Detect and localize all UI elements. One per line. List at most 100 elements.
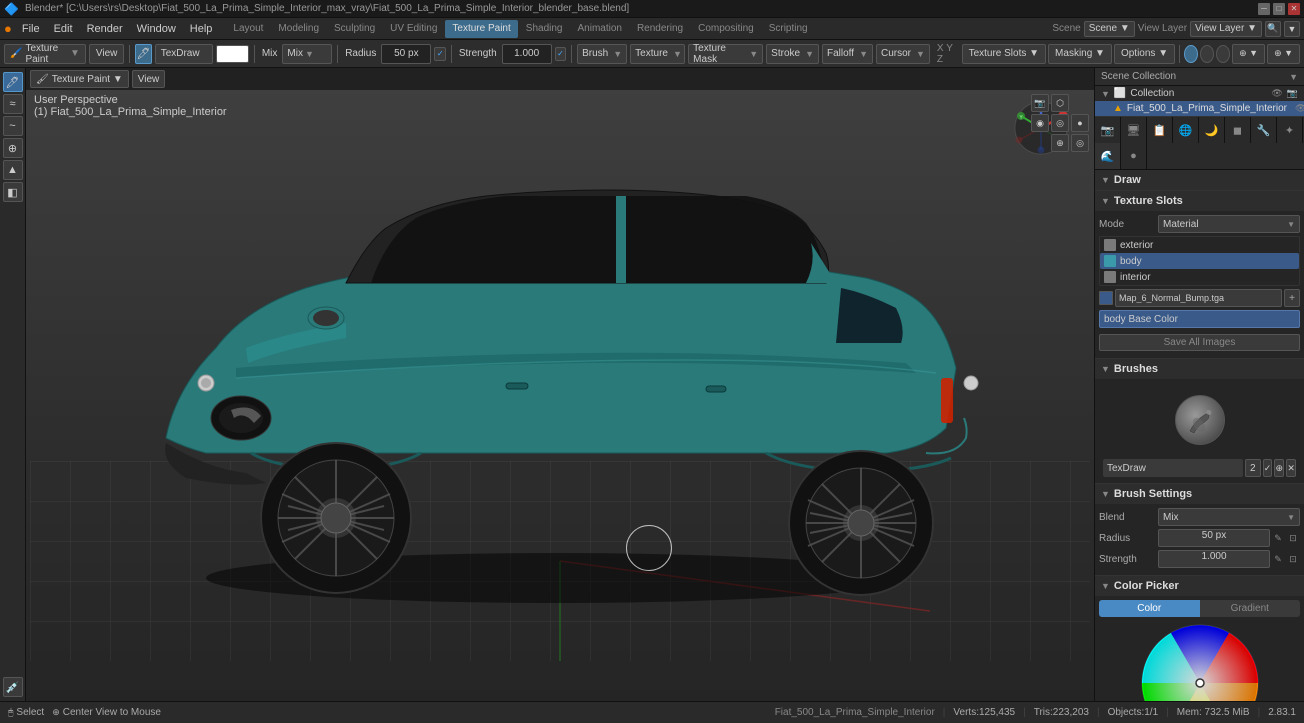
brushes-section-header[interactable]: ▼ Brushes [1095,359,1304,379]
tab-uv-editing[interactable]: UV Editing [383,20,444,38]
viewport-gizmo-toggle[interactable]: ◎ [1071,134,1089,152]
shading-material-btn[interactable] [1200,45,1214,63]
color-picker-header[interactable]: ▼ Color Picker [1095,576,1304,596]
props-icon-particles[interactable]: ✦ [1277,117,1303,143]
brush-copy-btn[interactable]: ⊕ [1274,459,1284,477]
collection-camera-icon[interactable]: 📷 [1287,88,1298,99]
3d-viewport[interactable]: 🖌 Texture Paint ▼ View [26,68,1094,701]
masking-btn[interactable]: Masking ▼ [1048,44,1112,64]
props-icon-view-layer[interactable]: 📋 [1147,117,1173,143]
props-icon-physics[interactable]: 🌊 [1095,143,1121,169]
tool-draw-icon[interactable]: 🖊 [135,44,152,64]
win-minimize-btn[interactable]: ─ [1258,3,1270,15]
cursor-dropdown[interactable]: Cursor ▼ [876,44,930,64]
shading-solid-btn[interactable] [1184,45,1198,63]
collection-row[interactable]: ▼ ⬜ Collection 👁 📷 [1095,86,1304,101]
props-icon-world[interactable]: 🌙 [1199,117,1225,143]
search-btn[interactable]: 🔍 [1265,21,1281,37]
strength-toggle[interactable]: ✓ [555,47,567,61]
props-icon-material[interactable]: ● [1121,143,1147,169]
strength-copy-btn[interactable]: ⊡ [1286,552,1300,566]
viewport-render-btn[interactable]: ⬡ [1051,94,1069,112]
color-wheel-container[interactable] [1140,623,1260,701]
brush-save-btn[interactable]: ✓ [1263,459,1273,477]
tab-compositing[interactable]: Compositing [691,20,761,38]
strength-value-display[interactable]: 1.000 [1158,550,1270,568]
filter-collections-btn[interactable]: ▼ [1289,72,1298,82]
viewport-mode-dropdown[interactable]: 🖌 Texture Paint ▼ [30,70,129,88]
image-add-btn[interactable]: + [1284,289,1300,307]
tool-name-field[interactable]: TexDraw [155,44,214,64]
menu-edit[interactable]: Edit [48,21,79,37]
tool-fill[interactable]: ▲ [3,160,23,180]
tab-animation[interactable]: Animation [570,20,628,38]
tab-sculpting[interactable]: Sculpting [327,20,382,38]
image-name-field[interactable]: Map_6_Normal_Bump.tga [1115,289,1282,307]
props-icon-scene[interactable]: 🌐 [1173,117,1199,143]
radius-value-display[interactable]: 50 px [1158,529,1270,547]
brush-dropdown[interactable]: Brush ▼ [577,44,627,64]
options-btn[interactable]: Options ▼ [1114,44,1175,64]
save-all-images-btn[interactable]: Save All Images [1099,334,1300,351]
strength-input[interactable] [502,44,552,64]
texture-dropdown[interactable]: Texture ▼ [630,44,685,64]
color-tab-color[interactable]: Color [1099,600,1200,617]
view-btn[interactable]: View [89,44,125,64]
texture-slot-exterior[interactable]: exterior [1100,237,1299,253]
tool-mask[interactable]: ◧ [3,182,23,202]
radius-copy-btn[interactable]: ⊡ [1286,531,1300,545]
viewport-shade1[interactable]: ◉ [1031,114,1049,132]
view-layer-dropdown[interactable]: View Layer ▼ [1190,21,1262,37]
draw-section-header[interactable]: ▼ Draw [1095,170,1304,190]
menu-window[interactable]: Window [131,21,182,37]
win-close-btn[interactable]: ✕ [1288,3,1300,15]
menu-file[interactable]: File [16,21,46,37]
scene-dropdown[interactable]: Scene ▼ [1084,21,1135,37]
win-maximize-btn[interactable]: □ [1273,3,1285,15]
object-row[interactable]: ▲ Fiat_500_La_Prima_Simple_Interior 👁 📷 [1095,101,1304,116]
tab-scripting[interactable]: Scripting [762,20,815,38]
tool-soften[interactable]: ≈ [3,94,23,114]
texture-slot-interior[interactable]: interior [1100,269,1299,285]
texture-slots-header[interactable]: ▼ Texture Slots [1095,191,1304,211]
props-icon-modifier[interactable]: 🔧 [1251,117,1277,143]
menu-render[interactable]: Render [81,21,129,37]
gizmo-btn[interactable]: ⊕ ▼ [1267,44,1300,64]
props-icon-object[interactable]: ◼ [1225,117,1251,143]
props-icon-output[interactable]: 🖥 [1121,117,1147,143]
falloff-dropdown[interactable]: Falloff ▼ [822,44,873,64]
radius-edit-btn[interactable]: ✎ [1271,531,1285,545]
props-icon-render[interactable]: 📷 [1095,117,1121,143]
brush-name-input[interactable] [1103,459,1243,477]
blend-dropdown[interactable]: Mix ▼ [282,44,332,64]
brush-settings-header[interactable]: ▼ Brush Settings [1095,484,1304,504]
overlay-btn[interactable]: ⊕ ▼ [1232,44,1265,64]
tab-shading[interactable]: Shading [519,20,570,38]
viewport-overlay-toggle[interactable]: ⊕ [1051,134,1069,152]
object-eye-icon[interactable]: 👁 [1295,103,1304,114]
color-swatch[interactable] [216,45,249,63]
tool-smear[interactable]: ~ [3,116,23,136]
tab-modeling[interactable]: Modeling [271,20,326,38]
tab-layout[interactable]: Layout [226,20,270,38]
collection-eye-icon[interactable]: 👁 [1271,88,1282,99]
viewport-shade3[interactable]: ● [1071,114,1089,132]
camera-btn[interactable]: 📷 [1031,94,1049,112]
filter-btn[interactable]: ▼ [1284,21,1300,37]
radius-toggle[interactable]: ✓ [434,47,446,61]
menu-help[interactable]: Help [184,21,219,37]
shading-render-btn[interactable] [1216,45,1230,63]
texture-slot-body[interactable]: body [1100,253,1299,269]
viewport-view-btn[interactable]: View [132,70,166,88]
brush-delete-btn[interactable]: ✕ [1286,459,1296,477]
texture-slots-btn[interactable]: Texture Slots ▼ [962,44,1046,64]
strength-edit-btn[interactable]: ✎ [1271,552,1285,566]
properties-scroll[interactable]: ▼ Draw ▼ Texture Slots Mode [1095,170,1304,701]
viewport-shade2[interactable]: ◎ [1051,114,1069,132]
tab-rendering[interactable]: Rendering [630,20,690,38]
color-tab-gradient[interactable]: Gradient [1200,600,1301,617]
tab-texture-paint[interactable]: Texture Paint [445,20,517,38]
mode-selector[interactable]: 🖌️ Texture Paint ▼ [4,44,86,64]
blend-prop-dropdown[interactable]: Mix ▼ [1158,508,1300,526]
tool-draw[interactable]: 🖊 [3,72,23,92]
